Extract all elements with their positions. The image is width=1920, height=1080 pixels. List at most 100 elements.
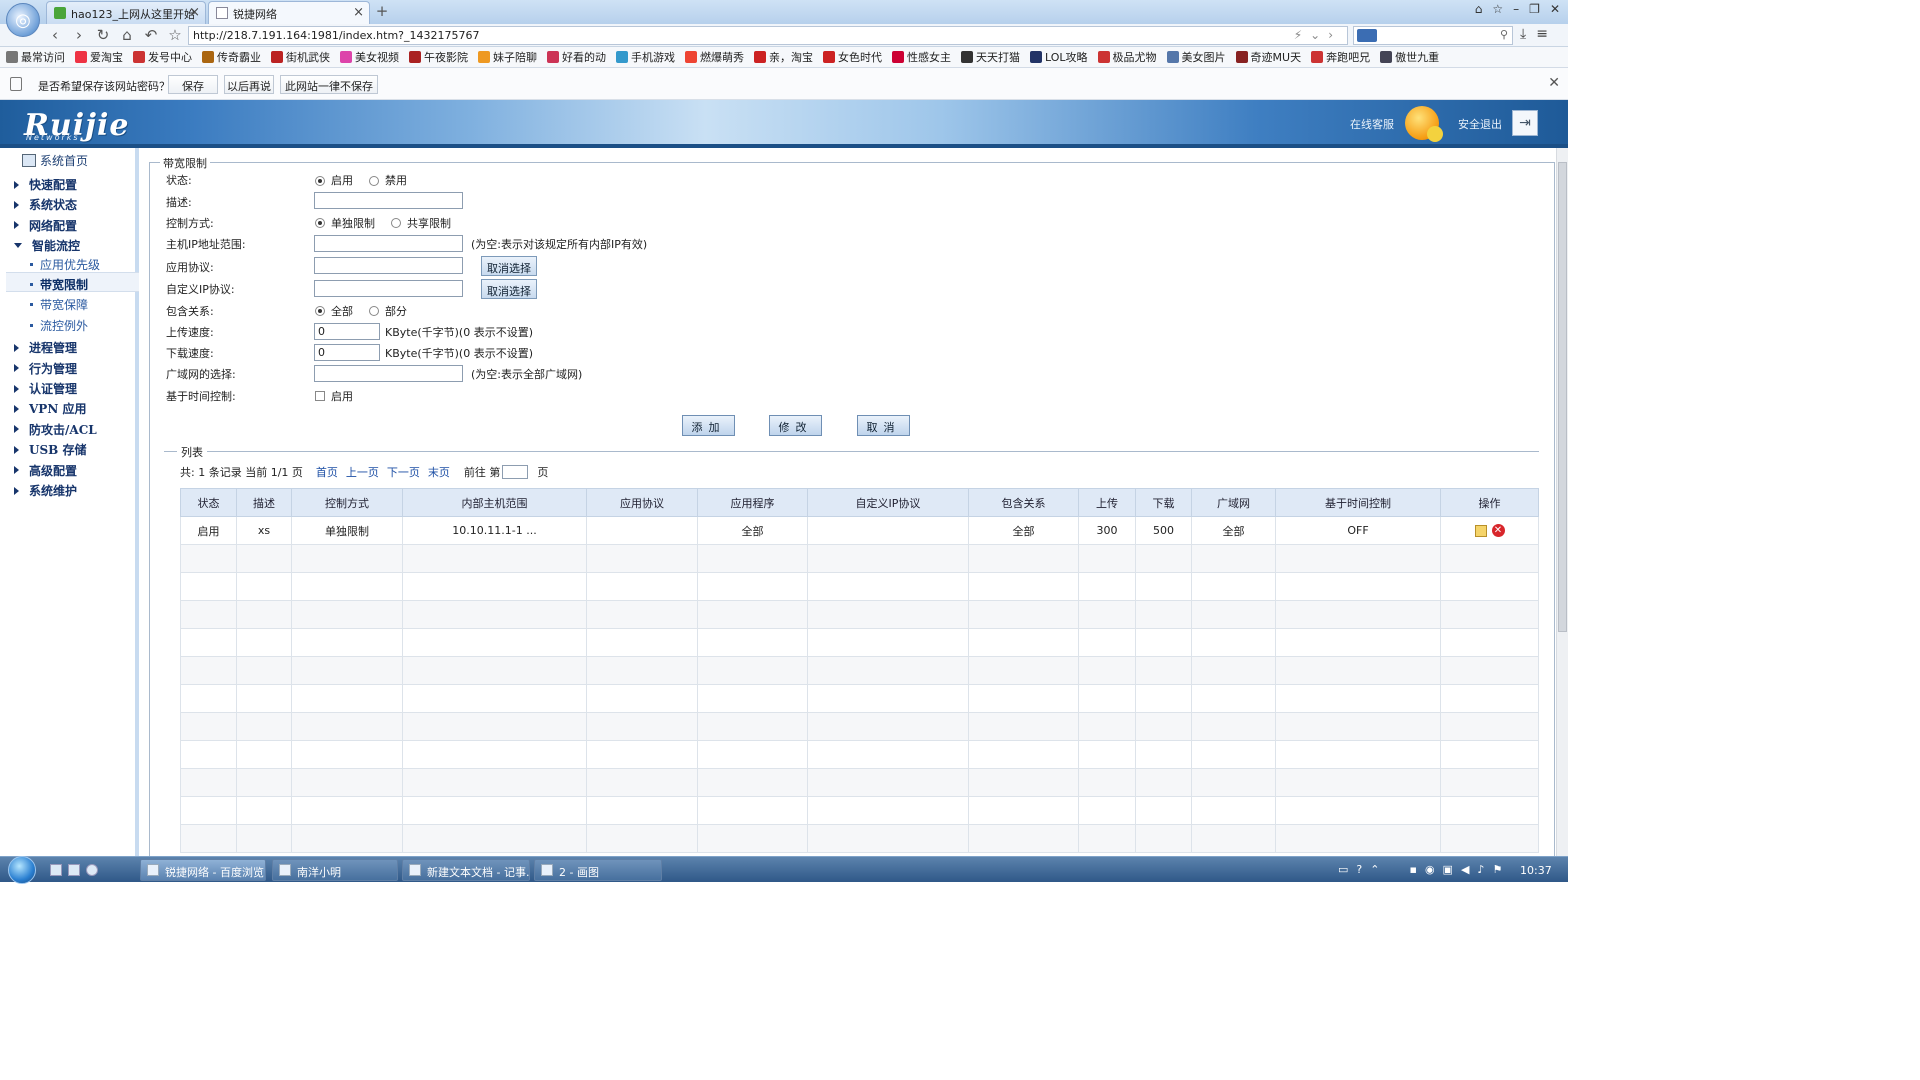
delete-icon[interactable]: ✕	[1491, 524, 1505, 538]
sidebar-group[interactable]: 行为管理	[14, 360, 77, 377]
custom-ip-clear-button[interactable]: 取消选择	[481, 279, 537, 299]
sidebar-group[interactable]: 防攻击/ACL	[14, 421, 97, 438]
sidebar-group[interactable]: 网络配置	[14, 217, 77, 234]
service-avatar-icon[interactable]	[1405, 106, 1443, 142]
explorer-icon[interactable]	[68, 864, 80, 876]
taskbar-item[interactable]: 锐捷网络 - 百度浏览...	[140, 859, 266, 881]
ip-range-input[interactable]	[314, 235, 463, 252]
bookmark-item[interactable]: LOL攻略	[1030, 49, 1088, 65]
forward-icon[interactable]: ›	[70, 26, 88, 44]
include-all-radio[interactable]	[315, 306, 325, 316]
bookmark-item[interactable]: 妹子陪聊	[478, 49, 537, 65]
edit-icon[interactable]	[1474, 524, 1487, 537]
taskbar-item[interactable]: 新建文本文档 - 记事...	[402, 859, 530, 881]
address-bar[interactable]: http://218.7.191.164:1981/index.htm?_143…	[188, 26, 1348, 45]
help-icon[interactable]: ?	[1356, 863, 1362, 876]
sidebar-sub-item[interactable]: 带宽限制	[30, 276, 88, 293]
include-part-radio[interactable]	[369, 306, 379, 316]
bookmark-item[interactable]: 发号中心	[133, 49, 192, 65]
sidebar-group[interactable]: VPN 应用	[14, 400, 86, 417]
bookmark-item[interactable]: 手机游戏	[616, 49, 675, 65]
logout-link[interactable]: 安全退出	[1458, 116, 1502, 132]
ie-icon[interactable]	[86, 864, 98, 876]
never-save-button[interactable]: 此网站一律不保存	[280, 75, 378, 94]
later-button[interactable]: 以后再说	[224, 75, 274, 94]
taskbar-item[interactable]: 2 - 画图	[534, 859, 662, 881]
bookmark-item[interactable]: 最常访问	[6, 49, 65, 65]
sidebar-group[interactable]: 快速配置	[14, 176, 77, 193]
bookmark-item[interactable]: 奇迹MU天	[1235, 49, 1301, 65]
security-icon[interactable]: ◉	[1425, 863, 1435, 876]
close-icon[interactable]: ✕	[1548, 75, 1560, 91]
sidebar-group[interactable]: 智能流控	[14, 237, 80, 254]
bookmark-item[interactable]: 极品尤物	[1097, 49, 1157, 65]
bookmark-item[interactable]: 燃爆萌秀	[685, 49, 744, 65]
maximize-icon[interactable]: ❐	[1529, 2, 1540, 16]
sidebar-group[interactable]: USB 存储	[14, 441, 86, 458]
close-window-icon[interactable]: ✕	[1550, 2, 1560, 16]
bookmark-item[interactable]: 奔跑吧兄	[1311, 49, 1370, 65]
sidebar-group[interactable]: 系统状态	[14, 196, 77, 213]
online-service-link[interactable]: 在线客服	[1350, 116, 1394, 132]
app-protocol-clear-button[interactable]: 取消选择	[481, 256, 537, 276]
desc-input[interactable]	[314, 192, 463, 209]
search-input[interactable]: ⚲	[1353, 26, 1513, 45]
tray-arrow-icon[interactable]: ⌃	[1370, 863, 1379, 876]
sidebar-home[interactable]: 系统首页	[22, 152, 88, 169]
bookmark-item[interactable]: 午夜影院	[409, 49, 468, 65]
minimize-icon[interactable]: –	[1513, 2, 1519, 16]
start-button-icon[interactable]	[8, 856, 36, 884]
bookmark-item[interactable]: 好看的动	[547, 49, 606, 65]
add-button[interactable]: 添加	[682, 415, 735, 436]
volume-icon[interactable]: ◀	[1461, 863, 1469, 876]
refresh-icon[interactable]: ↻	[94, 26, 112, 44]
sidebar-sub-item[interactable]: 带宽保障	[30, 296, 88, 313]
sidebar-group[interactable]: 认证管理	[14, 380, 77, 397]
custom-ip-input[interactable]	[314, 280, 463, 297]
tab-hao123[interactable]: hao123_上网从这里开始 ×	[46, 1, 206, 24]
status-disable-radio[interactable]	[369, 176, 379, 186]
pager-first-link[interactable]: 首页	[316, 464, 338, 480]
download-input[interactable]: 0	[314, 344, 380, 361]
favorite-star-icon[interactable]: ☆	[166, 26, 184, 44]
modify-button[interactable]: 修改	[769, 415, 822, 436]
search-icon[interactable]: ⚲	[1500, 28, 1508, 41]
save-password-button[interactable]: 保存	[168, 75, 218, 94]
control-single-radio[interactable]	[315, 218, 325, 228]
back-icon[interactable]: ‹	[46, 26, 64, 44]
keyboard-icon[interactable]: ▭	[1338, 863, 1348, 876]
pager-prev-link[interactable]: 上一页	[346, 464, 379, 480]
wan-input[interactable]	[314, 365, 463, 382]
control-shared-radio[interactable]	[391, 218, 401, 228]
home-icon[interactable]: ⌂	[118, 26, 136, 44]
bookmark-item[interactable]: 女色时代	[823, 49, 882, 65]
search-engine-icon[interactable]	[1357, 29, 1377, 42]
pager-next-link[interactable]: 下一页	[387, 464, 420, 480]
menu-icon[interactable]: ☆	[1492, 2, 1503, 16]
bookmark-item[interactable]: 街机武侠	[271, 49, 330, 65]
bookmark-item[interactable]: 美女视频	[340, 49, 399, 65]
bookmark-item[interactable]: 性感女主	[892, 49, 951, 65]
status-enable-radio[interactable]	[315, 176, 325, 186]
vertical-scrollbar[interactable]	[1556, 148, 1568, 856]
download-icon[interactable]: ⤓	[1520, 26, 1536, 42]
sidebar-sub-item[interactable]: 应用优先级	[30, 256, 100, 273]
pager-last-link[interactable]: 末页	[428, 464, 450, 480]
sidebar-group[interactable]: 系统维护	[14, 482, 77, 499]
speaker-icon[interactable]: ♪	[1477, 863, 1484, 876]
sidebar-group[interactable]: 进程管理	[14, 339, 77, 356]
new-tab-button[interactable]: +	[372, 3, 392, 21]
upload-input[interactable]: 0	[314, 323, 380, 340]
undo-icon[interactable]: ↶	[142, 26, 160, 44]
hamburger-menu-icon[interactable]: ≡	[1536, 26, 1558, 42]
bookmark-item[interactable]: 传奇霸业	[202, 49, 261, 65]
close-tab-icon[interactable]: ×	[353, 5, 364, 20]
bookmark-item[interactable]: 爱淘宝	[75, 49, 123, 65]
flag-icon[interactable]: ⚑	[1492, 863, 1502, 876]
page-number-input[interactable]	[502, 465, 529, 479]
skin-icon[interactable]: ⌂	[1475, 2, 1483, 16]
logout-icon[interactable]: ⇥	[1512, 110, 1538, 136]
bookmark-item[interactable]: 天天打猫	[961, 49, 1020, 65]
table-row[interactable]: 启用 xs 单独限制 10.10.11.1-1 ... 全部 全部 300 500 全部 OFF ✕	[180, 516, 1539, 545]
sidebar-group[interactable]: 高级配置	[14, 462, 77, 479]
